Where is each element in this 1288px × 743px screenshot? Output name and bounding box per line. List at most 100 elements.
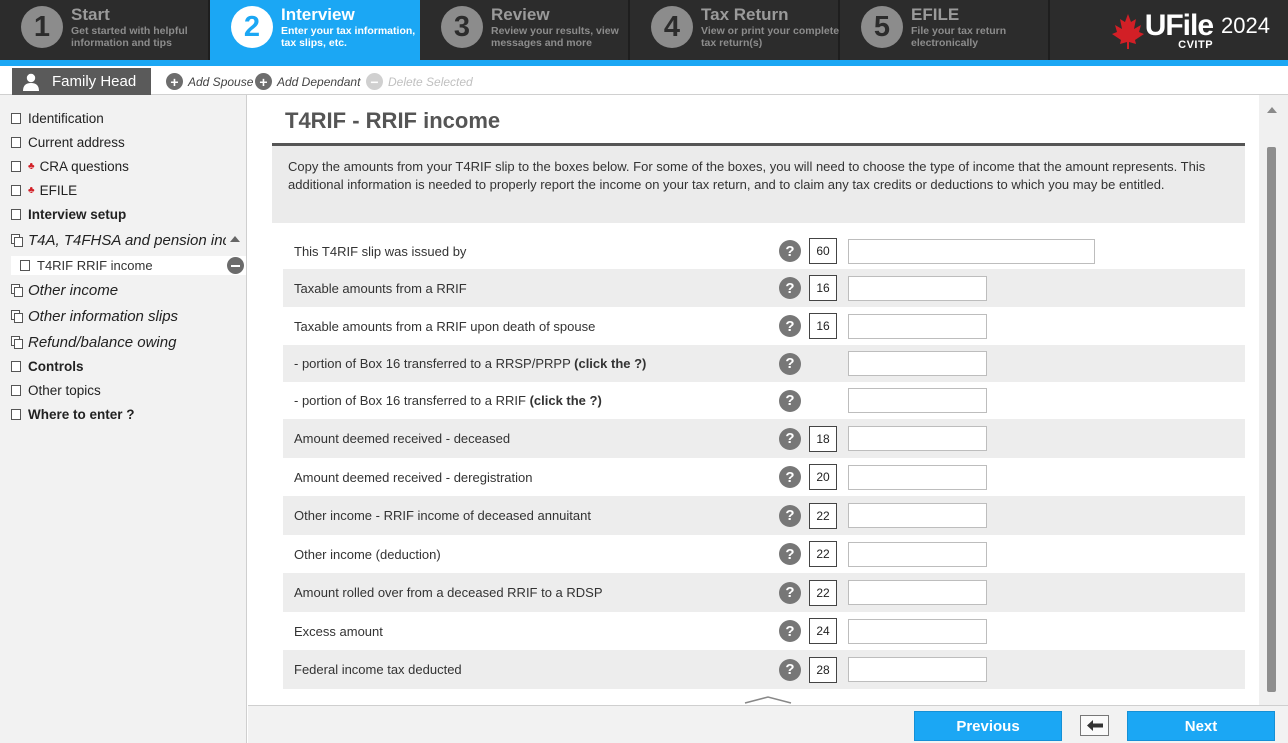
scrollbar-thumb[interactable] xyxy=(1267,147,1276,692)
form-panel: T4RIF - RRIF income Copy the amounts fro… xyxy=(248,95,1258,705)
step-number: 2 xyxy=(231,6,273,48)
back-arrow-icon xyxy=(1086,720,1103,731)
form-row-deemed-deceased: Amount deemed received - deceased ? 18 xyxy=(283,419,1245,458)
step-navigation-bar: 1 Start Get started with helpful informa… xyxy=(0,0,1288,60)
sidebar-item-label: T4RIF RRIF income xyxy=(37,258,153,273)
sidebar-item-identification[interactable]: Identification xyxy=(11,111,104,126)
help-icon[interactable]: ? xyxy=(779,315,801,337)
deemed-deregistration-input[interactable] xyxy=(848,464,987,490)
vertical-scrollbar[interactable] xyxy=(1259,95,1288,705)
box-number: 16 xyxy=(809,313,837,339)
checkbox[interactable] xyxy=(11,161,21,172)
form-row-transfer-rrsp: - portion of Box 16 transferred to a RRS… xyxy=(283,345,1245,382)
previous-button[interactable]: Previous xyxy=(914,711,1062,741)
step-efile[interactable]: 5 EFILE File your tax return electronica… xyxy=(840,0,1050,60)
other-income-deceased-input[interactable] xyxy=(848,503,987,528)
form-row-federal-tax: Federal income tax deducted ? 28 xyxy=(283,650,1245,689)
step-review[interactable]: 3 Review Review your results, view messa… xyxy=(420,0,630,60)
remove-slip-icon[interactable] xyxy=(227,257,244,274)
field-label: Other income - RRIF income of deceased a… xyxy=(294,508,591,523)
help-icon[interactable]: ? xyxy=(779,466,801,488)
sidebar-item-label: Identification xyxy=(28,111,104,126)
box-number: 24 xyxy=(809,618,837,644)
help-icon[interactable]: ? xyxy=(779,581,801,604)
scroll-up-arrow-icon[interactable] xyxy=(1267,107,1277,113)
help-icon[interactable]: ? xyxy=(779,620,801,642)
form-row-taxable-rrif-death-spouse: Taxable amounts from a RRIF upon death o… xyxy=(283,307,1245,345)
expand-up-chevron-icon[interactable] xyxy=(744,695,792,705)
family-head-tab[interactable]: Family Head xyxy=(12,68,151,95)
field-label: - portion of Box 16 transferred to a RRS… xyxy=(294,356,647,371)
add-dependant-button[interactable]: + Add Dependant xyxy=(255,73,360,90)
step-description: Review your results, view messages and m… xyxy=(491,25,619,49)
sidebar-item-label: Interview setup xyxy=(28,207,127,222)
excess-amount-input[interactable] xyxy=(848,618,987,644)
help-icon[interactable]: ? xyxy=(779,389,801,412)
taxable-rrif-input[interactable] xyxy=(848,275,987,301)
logo-wordmark: UFile xyxy=(1144,9,1214,42)
sidebar-item-current-address[interactable]: Current address xyxy=(11,135,125,150)
sidebar-group-label: Refund/balance owing xyxy=(28,334,177,351)
sidebar-item-efile[interactable]: ♣ EFILE xyxy=(11,183,77,198)
sidebar-item-label: Where to enter ? xyxy=(28,407,135,422)
form-rows: This T4RIF slip was issued by ? 60 Taxab… xyxy=(283,233,1245,689)
sidebar-group-other-income[interactable]: Other income xyxy=(11,282,118,299)
delete-selected-button[interactable]: − Delete Selected xyxy=(366,73,473,90)
field-label: Amount deemed received - deceased xyxy=(294,431,511,446)
issued-by-input[interactable] xyxy=(848,238,1095,264)
sidebar-item-t4rif[interactable]: T4RIF RRIF income xyxy=(11,256,246,275)
help-icon[interactable]: ? xyxy=(779,658,801,681)
help-icon[interactable]: ? xyxy=(779,352,801,375)
maple-leaf-icon: ♣ xyxy=(28,161,35,172)
checkbox[interactable] xyxy=(11,385,21,396)
sidebar-item-controls[interactable]: Controls xyxy=(11,359,84,374)
step-tax-return[interactable]: 4 Tax Return View or print your complete… xyxy=(630,0,840,60)
help-icon[interactable]: ? xyxy=(779,277,801,299)
plus-circle-icon: + xyxy=(255,73,272,90)
checkbox[interactable] xyxy=(11,209,21,220)
taxable-rrif-death-spouse-input[interactable] xyxy=(848,313,987,339)
transfer-rrsp-input[interactable] xyxy=(848,351,987,376)
collapse-group-arrow-icon[interactable] xyxy=(230,236,240,242)
checkbox[interactable] xyxy=(11,361,21,372)
checkbox[interactable] xyxy=(11,185,21,196)
help-icon[interactable]: ? xyxy=(779,504,801,527)
ufile-logo: UFile CVITP 2024 xyxy=(1111,10,1270,51)
back-button[interactable] xyxy=(1080,715,1109,736)
rollover-rdsp-input[interactable] xyxy=(848,580,987,605)
sidebar-item-label: CRA questions xyxy=(39,159,129,174)
sidebar-item-interview-setup[interactable]: Interview setup xyxy=(11,207,126,222)
help-icon[interactable]: ? xyxy=(779,427,801,450)
plus-circle-icon: + xyxy=(166,73,183,90)
step-title: Tax Return xyxy=(701,5,789,24)
step-title: Interview xyxy=(281,5,355,24)
navigation-footer: Previous Next xyxy=(248,705,1288,743)
pages-icon xyxy=(11,234,23,247)
help-icon[interactable]: ? xyxy=(779,240,801,262)
sidebar-item-cra-questions[interactable]: ♣ CRA questions xyxy=(11,159,129,174)
checkbox[interactable] xyxy=(20,260,30,271)
field-label: Taxable amounts from a RRIF upon death o… xyxy=(294,318,596,334)
next-button[interactable]: Next xyxy=(1127,711,1275,741)
checkbox[interactable] xyxy=(11,409,21,420)
form-row-rollover-rdsp: Amount rolled over from a deceased RRIF … xyxy=(283,573,1245,612)
checkbox[interactable] xyxy=(11,137,21,148)
federal-tax-input[interactable] xyxy=(848,657,987,682)
deemed-deceased-input[interactable] xyxy=(848,426,987,451)
checkbox[interactable] xyxy=(11,113,21,124)
sidebar-group-t4a[interactable]: T4A, T4FHSA and pension inc xyxy=(11,232,226,249)
form-row-transfer-rrif: - portion of Box 16 transferred to a RRI… xyxy=(283,382,1245,419)
sidebar-group-refund[interactable]: Refund/balance owing xyxy=(11,334,176,351)
step-start[interactable]: 1 Start Get started with helpful informa… xyxy=(0,0,210,60)
field-label: Amount deemed received - deregistration xyxy=(294,469,533,485)
other-income-deduction-input[interactable] xyxy=(848,541,987,567)
step-title: Review xyxy=(491,5,550,24)
sidebar-item-where-to-enter[interactable]: Where to enter ? xyxy=(11,407,135,422)
help-icon[interactable]: ? xyxy=(779,543,801,565)
add-spouse-button[interactable]: + Add Spouse xyxy=(166,73,253,90)
sidebar-item-other-topics[interactable]: Other topics xyxy=(11,383,101,398)
step-interview[interactable]: 2 Interview Enter your tax information, … xyxy=(210,0,420,60)
step-description: Get started with helpful information and… xyxy=(71,25,188,49)
transfer-rrif-input[interactable] xyxy=(848,388,987,413)
sidebar-group-other-info-slips[interactable]: Other information slips xyxy=(11,308,178,325)
